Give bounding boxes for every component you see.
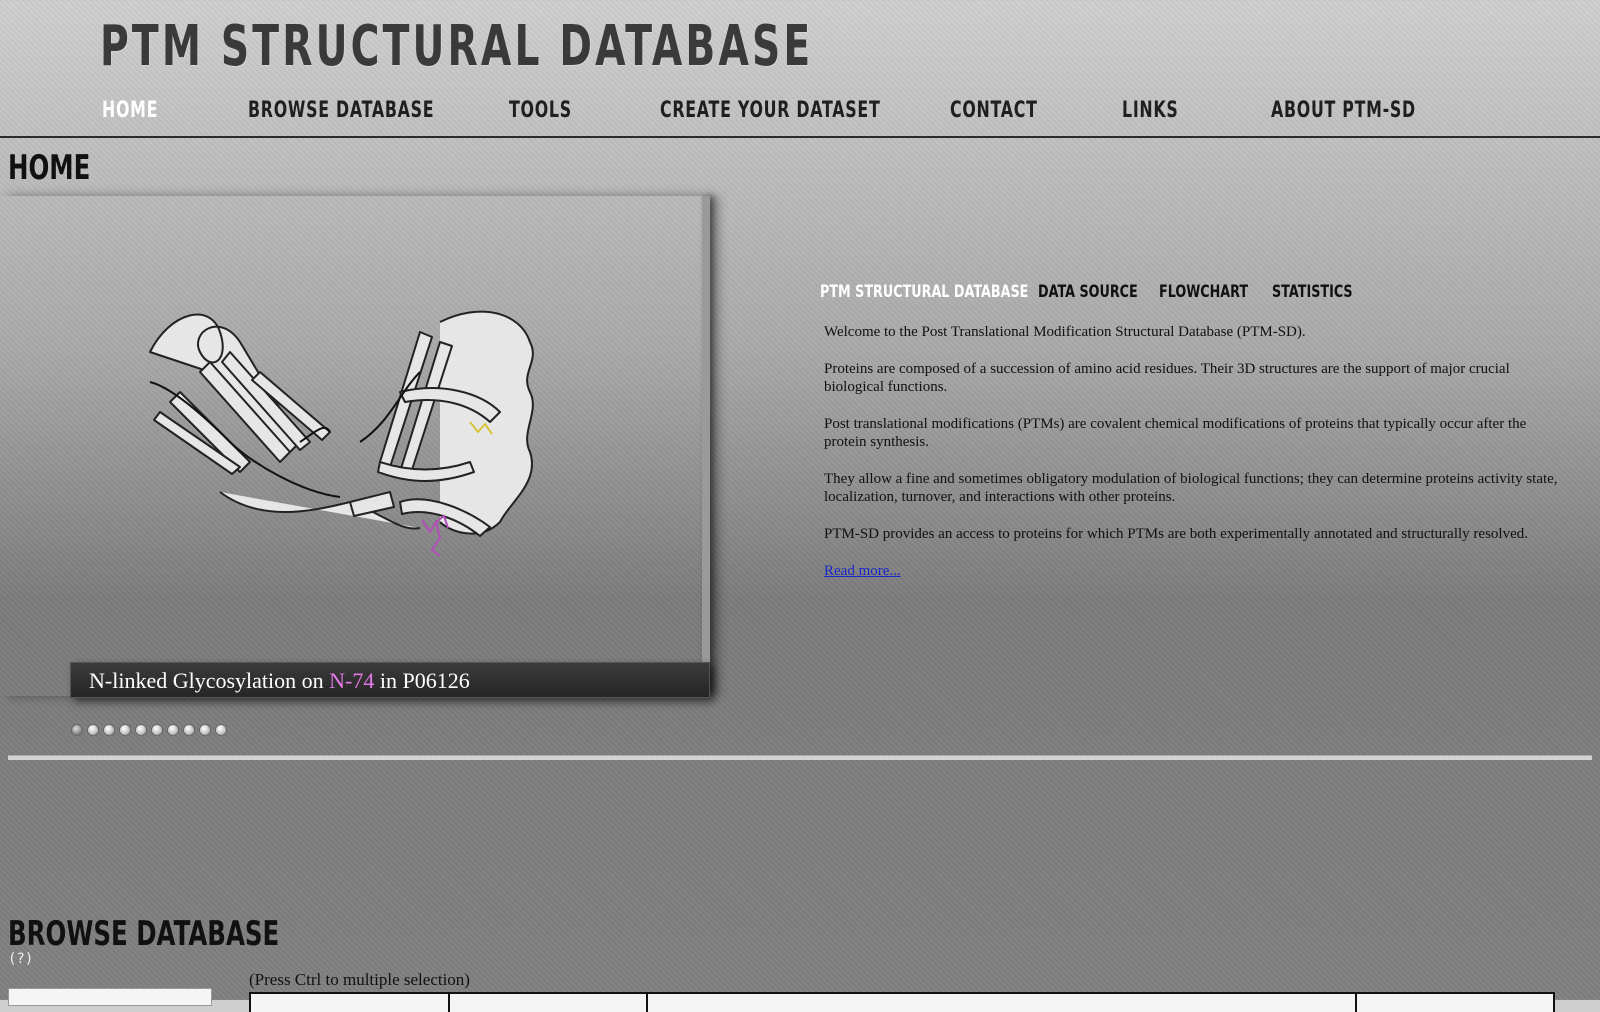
nav-links[interactable]: LINKS	[1122, 98, 1179, 123]
slide-dot[interactable]	[183, 724, 195, 736]
nav-browse-database[interactable]: BROWSE DATABASE	[248, 98, 434, 123]
tab-data-source[interactable]: DATA SOURCE	[1038, 282, 1138, 302]
caption-site: N-74	[329, 668, 375, 693]
protein-slideshow[interactable]: N-linked Glycosylation on N-74 in P06126	[0, 196, 710, 698]
caption-accession: in P06126	[374, 668, 470, 693]
main-nav: HOME BROWSE DATABASE TOOLS CREATE YOUR D…	[0, 96, 1600, 138]
home-heading: HOME	[8, 148, 91, 188]
slide-caption: N-linked Glycosylation on N-74 in P06126	[70, 662, 710, 698]
slide-dot[interactable]	[119, 724, 131, 736]
slide-dot[interactable]	[71, 724, 83, 736]
tab-ptm-structural-database[interactable]: PTM STRUCTURAL DATABASE	[820, 282, 1028, 302]
info-panel: Welcome to the Post Translational Modifi…	[824, 323, 1564, 599]
nav-about[interactable]: ABOUT PTM-SD	[1271, 98, 1416, 123]
select-list[interactable]	[448, 992, 648, 1012]
read-more-link[interactable]: Read more...	[824, 563, 901, 579]
nav-home[interactable]: HOME	[102, 98, 158, 123]
info-paragraph: Welcome to the Post Translational Modifi…	[824, 324, 1306, 340]
info-paragraph: Proteins are composed of a succession of…	[824, 361, 1510, 395]
tab-statistics[interactable]: STATISTICS	[1272, 282, 1353, 302]
slide-dot[interactable]	[87, 724, 99, 736]
slide-dot[interactable]	[103, 724, 115, 736]
caption-text: N-linked Glycosylation on	[89, 668, 330, 693]
slide-dot[interactable]	[167, 724, 179, 736]
select-list[interactable]	[1355, 992, 1555, 1012]
nav-tools[interactable]: TOOLS	[509, 98, 572, 123]
slide-dot[interactable]	[215, 724, 227, 736]
info-paragraph: PTM-SD provides an access to proteins fo…	[824, 526, 1528, 542]
nav-create-dataset[interactable]: CREATE YOUR DATASET	[660, 98, 880, 123]
help-link[interactable]: (?)	[8, 951, 33, 967]
slide-dot[interactable]	[199, 724, 211, 736]
info-paragraph: They allow a fine and sometimes obligato…	[824, 471, 1558, 505]
tab-flowchart[interactable]: FLOWCHART	[1159, 282, 1248, 302]
info-paragraph: Post translational modifications (PTMs) …	[824, 416, 1527, 450]
site-title: PTM STRUCTURAL DATABASE	[100, 14, 814, 79]
nav-contact[interactable]: CONTACT	[950, 98, 1038, 123]
protein-structure-image	[149, 310, 534, 557]
slideshow-frame	[702, 196, 710, 694]
select-list[interactable]	[249, 992, 450, 1012]
slide-pagination	[71, 724, 227, 736]
slide-dot[interactable]	[135, 724, 147, 736]
filter-input[interactable]	[8, 988, 212, 1006]
browse-database-heading: BROWSE DATABASE	[8, 914, 280, 954]
select-list[interactable]	[646, 992, 1357, 1012]
section-divider	[8, 755, 1592, 760]
slide-dot[interactable]	[151, 724, 163, 736]
multi-select-hint: (Press Ctrl to multiple selection)	[249, 970, 470, 989]
